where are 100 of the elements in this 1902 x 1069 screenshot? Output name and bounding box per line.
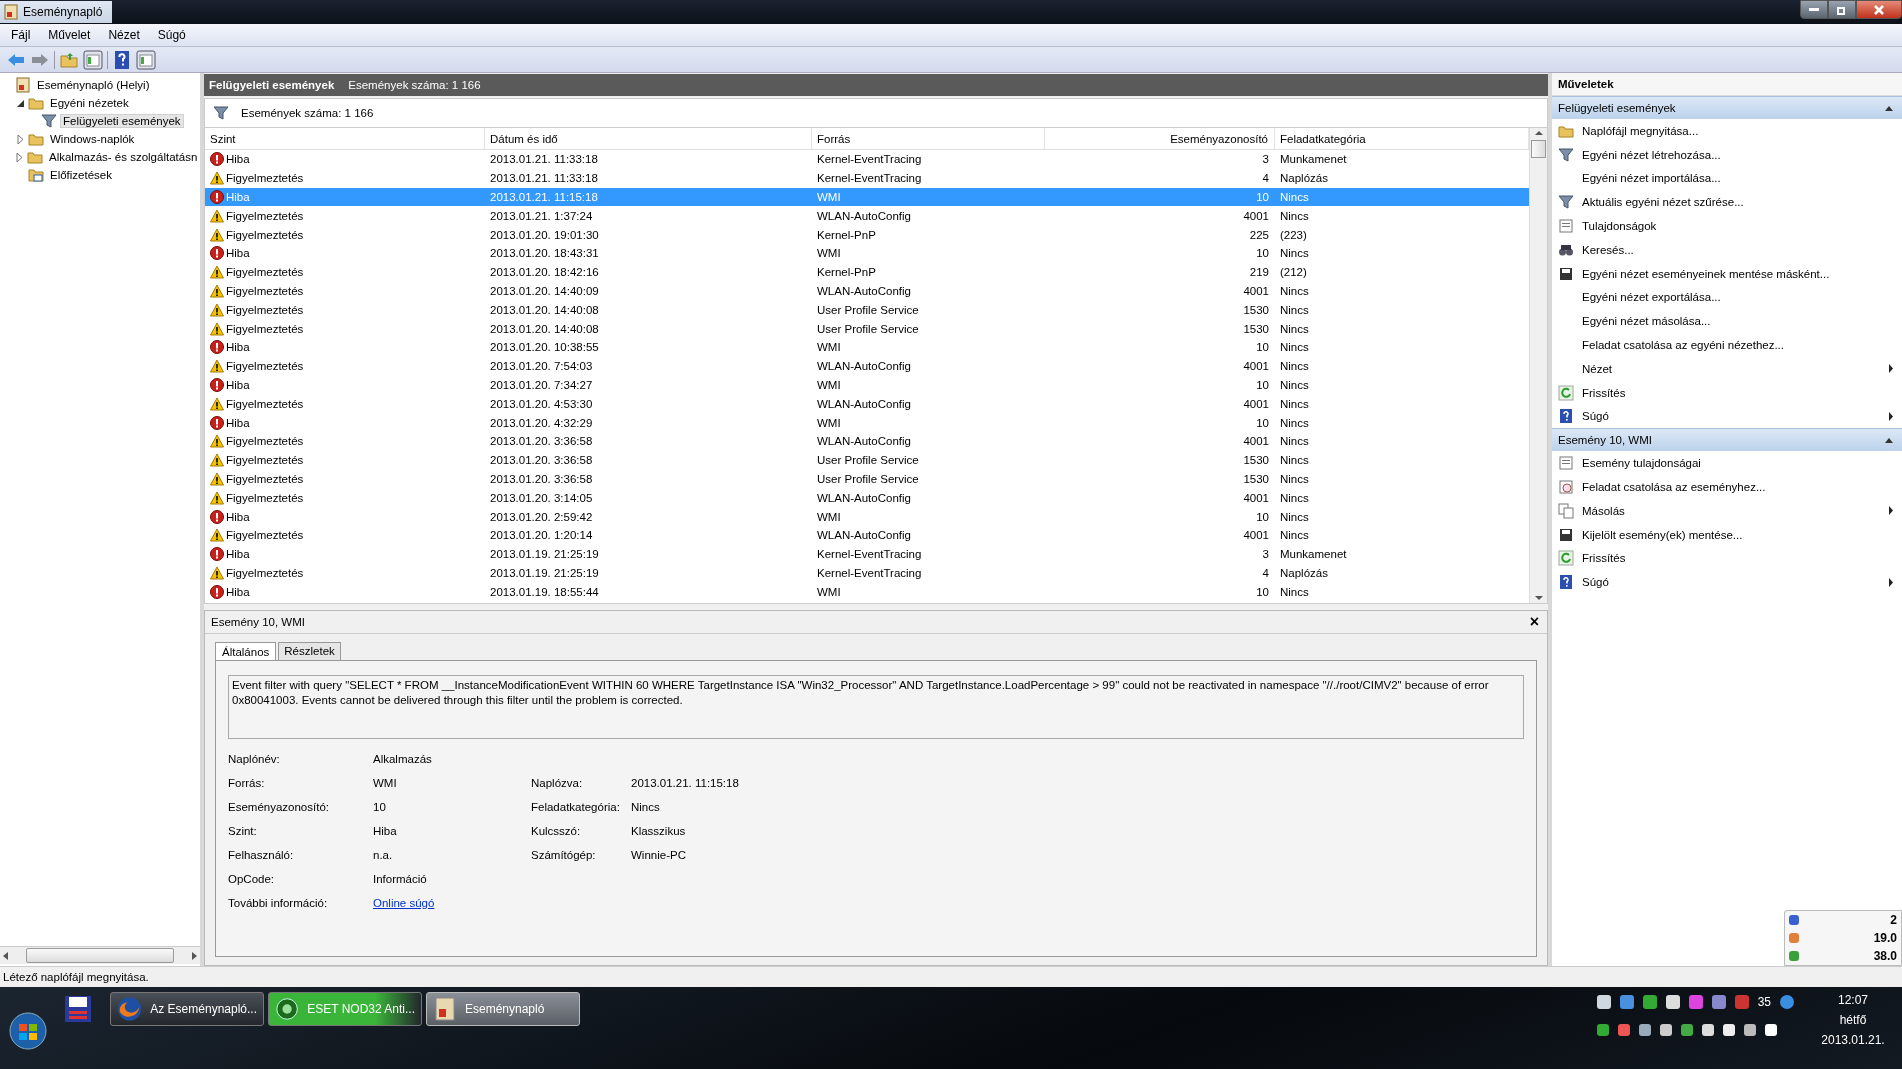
tray-icon[interactable] [1701,1024,1714,1036]
menu-item[interactable]: Súgó [150,26,193,44]
collapse-icon[interactable] [1884,436,1894,445]
action-item[interactable]: Esemény tulajdonságai [1552,451,1902,476]
tree-item[interactable]: Felügyeleti események [60,114,184,128]
minimize-button[interactable] [1800,0,1828,19]
event-row[interactable]: Figyelmeztetés 2013.01.20. 18:42:16 Kernel-PnP 219 (212) [205,262,1529,282]
event-row[interactable]: Hiba 2013.01.20. 18:43:31 WMI 10 Nincs [205,244,1529,263]
action-item[interactable]: Másolás [1552,498,1902,523]
action-item[interactable]: Frissítés [1552,546,1902,571]
event-row[interactable]: Figyelmeztetés 2013.01.21. 11:33:18 Kernel-EventTracing 4 Naplózás [205,168,1529,188]
tray-icon[interactable] [1665,995,1680,1009]
action-item[interactable]: Tulajdonságok [1552,214,1902,238]
column-header[interactable]: Forrás [812,128,1045,149]
table-cell-text: 2013.01.20. 14:40:08 [489,303,600,316]
tray-icon[interactable] [1764,1024,1777,1036]
scrollbar-thumb[interactable] [26,948,174,963]
table-cell-text: Nincs [1279,378,1310,391]
event-row[interactable]: Figyelmeztetés 2013.01.21. 1:37:24 WLAN-AutoConfig 4001 Nincs [205,206,1529,226]
tray-icon[interactable] [1596,1024,1609,1036]
restore-button[interactable] [1828,0,1856,19]
action-item[interactable]: Keresés... [1552,238,1902,262]
tray-icon[interactable] [1619,995,1634,1009]
action-item[interactable]: Frissítés [1552,380,1902,405]
section-title: Esemény 10, WMI [1558,434,1652,447]
event-row[interactable]: Figyelmeztetés 2013.01.20. 19:01:30 Kernel-PnP 225 (223) [205,225,1529,244]
pane-icon[interactable] [136,49,156,70]
event-row[interactable]: Figyelmeztetés 2013.01.20. 7:54:03 WLAN-AutoConfig 4001 Nincs [205,356,1529,376]
table-cell-text: 2013.01.20. 4:32:29 [489,416,594,429]
scrollbar-thumb[interactable] [1531,140,1546,158]
column-header[interactable]: Szint [205,128,485,149]
expanded-arrow-icon[interactable] [15,98,25,108]
action-item[interactable]: Kijelölt esemény(ek) mentése... [1552,522,1902,547]
event-row[interactable]: Figyelmeztetés 2013.01.20. 14:40:08 User Profile Service 1530 Nincs [205,300,1529,320]
table-cell-text: WLAN-AutoConfig [816,360,912,373]
event-row[interactable]: Figyelmeztetés 2013.01.20. 3:36:58 User Profile Service 1530 Nincs [205,450,1529,470]
action-item[interactable]: Egyéni nézet eseményeinek mentése másként... [1552,261,1902,286]
collapsed-arrow-icon[interactable] [15,134,25,144]
clock[interactable]: 12:07 hétfő 2013.01.21. [1818,993,1888,1047]
action-item[interactable]: Aktuális egyéni nézet szűrése... [1552,190,1902,215]
event-row[interactable]: Figyelmeztetés 2013.01.20. 4:53:30 WLAN-AutoConfig 4001 Nincs [205,394,1529,414]
taskbar-button[interactable]: Az Eseménynapló... [110,992,264,1026]
pane-icon[interactable] [83,49,103,70]
action-item[interactable]: Egyéni nézet létrehozása... [1552,142,1902,167]
event-row[interactable]: Hiba 2013.01.20. 2:59:42 WMI 10 Nincs [205,507,1529,526]
tray-icon[interactable] [1711,995,1726,1009]
table-cell-text: WLAN-AutoConfig [816,397,912,410]
scroll-down-icon[interactable] [1533,593,1544,603]
tree-item[interactable]: Windows-naplók [47,132,138,146]
event-row[interactable]: Hiba 2013.01.19. 18:55:44 WMI 10 Nincs [205,582,1529,602]
table-cell-text: 4001 [1242,491,1270,504]
tray-icon[interactable] [1743,1024,1756,1036]
menu-item[interactable]: Nézet [101,26,147,44]
event-row[interactable]: Figyelmeztetés 2013.01.20. 3:14:05 WLAN-AutoConfig 4001 Nincs [205,488,1529,508]
action-item[interactable]: Súgó [1552,404,1902,429]
close-button[interactable]: × [1529,613,1539,631]
action-item[interactable]: Egyéni nézet másolása... [1552,309,1902,334]
tray-icon[interactable] [1659,1024,1672,1036]
event-row[interactable]: Figyelmeztetés 2013.01.20. 14:40:08 User Profile Service 1530 Nincs [205,319,1529,338]
action-item[interactable]: Nézet [1552,356,1902,381]
section-header[interactable]: Esemény 10, WMI [1552,428,1902,452]
level-text: Figyelmeztetés [226,284,304,297]
action-item[interactable]: Feladat csatolása az eseményhez... [1552,475,1902,499]
action-item[interactable]: Súgó [1552,570,1902,595]
action-item[interactable]: Naplófájl megnyitása... [1552,119,1902,143]
menu-item[interactable]: Fájl [4,26,38,44]
menu-item[interactable]: Művelet [41,26,98,44]
column-header[interactable]: Dátum és idő [485,128,812,149]
event-row[interactable]: Hiba 2013.01.21. 11:33:18 Kernel-EventTracing 3 Munkamenet [205,150,1529,169]
tray-icon[interactable] [1596,995,1611,1009]
collapse-icon[interactable] [1884,104,1894,112]
tree-item[interactable]: Egyéni nézetek [47,96,132,110]
event-row[interactable]: Figyelmeztetés 2013.01.20. 14:40:09 WLAN-AutoConfig 4001 Nincs [205,281,1529,301]
action-item[interactable]: Egyéni nézet exportálása... [1552,285,1902,310]
tree-item[interactable]: Alkalmazás- és szolgáltatásn [46,150,200,164]
event-row[interactable]: Hiba 2013.01.20. 10:38:55 WMI 10 Nincs [205,337,1529,357]
event-row[interactable]: Figyelmeztetés 2013.01.20. 3:36:58 User Profile Service 1530 Nincs [205,469,1529,489]
event-row[interactable]: Hiba 2013.01.19. 21:25:19 Kernel-EventTracing 3 Munkamenet [205,544,1529,564]
close-button[interactable] [1856,0,1902,19]
action-item[interactable]: Feladat csatolása az egyéni nézethez... [1552,333,1902,357]
tray-icon[interactable] [1680,1024,1693,1036]
event-row[interactable]: Hiba 2013.01.20. 7:34:27 WMI 10 Nincs [205,375,1529,395]
tray-icon[interactable] [1642,995,1657,1009]
action-item[interactable]: Egyéni nézet importálása... [1552,166,1902,191]
tray-icon[interactable] [1722,1024,1735,1036]
help-link[interactable]: Online súgó [373,897,435,909]
help-icon[interactable] [112,49,132,70]
tree-item[interactable]: Eseménynapló (Helyi) [34,78,153,92]
tree-item[interactable]: Előfizetések [47,168,115,182]
column-header[interactable]: Eseményazonosító [1045,128,1275,149]
event-row[interactable]: Figyelmeztetés 2013.01.19. 21:25:19 Kernel-EventTracing 4 Naplózás [205,563,1529,583]
taskbar-button[interactable]: Eseménynapló [426,992,580,1026]
collapsed-arrow-icon[interactable] [15,152,24,162]
section-header[interactable]: Felügyeleti események [1552,96,1902,119]
tray-icon[interactable] [1638,1024,1651,1036]
event-row[interactable]: Figyelmeztetés 2013.01.20. 3:36:58 WLAN-AutoConfig 4001 Nincs [205,431,1529,451]
start-button[interactable] [8,1011,48,1051]
event-row[interactable]: Hiba 2013.01.20. 4:32:29 WMI 10 Nincs [205,413,1529,432]
event-row[interactable]: Figyelmeztetés 2013.01.20. 1:20:14 WLAN-AutoConfig 4001 Nincs [205,525,1529,545]
tab[interactable]: Részletek [278,642,341,660]
